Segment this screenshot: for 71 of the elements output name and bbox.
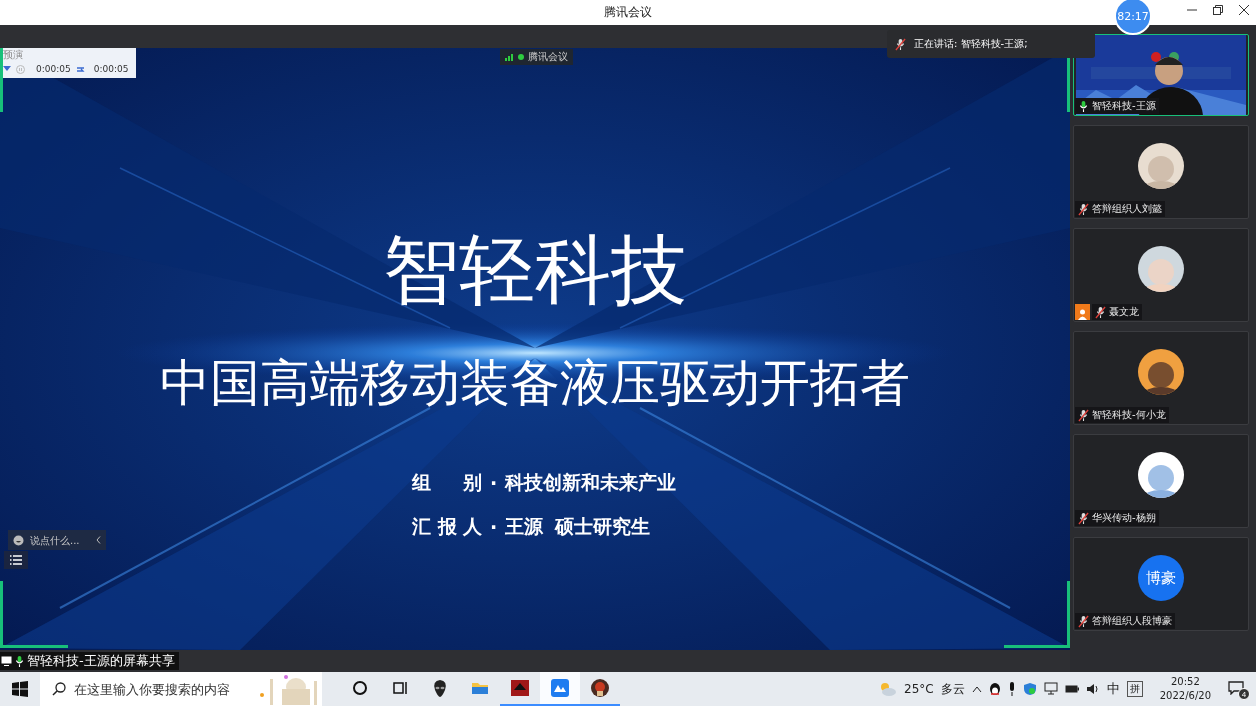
network-icon[interactable]	[1043, 682, 1058, 696]
input-mode-indicator[interactable]: 拼	[1126, 681, 1143, 697]
participant-name: 华兴传动-杨朔	[1075, 510, 1159, 526]
slide-subtitle: 中国高端移动装备液压驱动开拓者	[160, 358, 910, 408]
list-button[interactable]	[4, 551, 28, 569]
redapp-icon	[510, 678, 530, 698]
restore-icon[interactable]	[1212, 4, 1224, 16]
windows-icon	[12, 681, 28, 697]
participant-tile[interactable]: 华兴传动-杨朔	[1073, 434, 1249, 528]
message-icon	[1228, 681, 1244, 695]
chevron-up-icon[interactable]	[971, 685, 982, 693]
participant-name: 聂文龙	[1092, 304, 1142, 320]
total-time: 0:00:05	[93, 64, 129, 74]
field-value: 硕士研究生	[555, 514, 651, 539]
notification-button[interactable]: 4	[1228, 678, 1250, 700]
status-dot-icon	[518, 54, 524, 60]
field-label: 报	[437, 514, 457, 539]
search-icon	[52, 682, 66, 696]
widget-title: 预演	[3, 48, 23, 62]
frame-corner	[0, 48, 3, 112]
shield-icon[interactable]	[1022, 682, 1037, 696]
temperature: 25°C	[904, 682, 934, 696]
window-title: 腾讯会议	[604, 4, 652, 21]
game-icon	[590, 678, 610, 698]
share-label-text: 智轻科技-王源的屏幕共享	[27, 652, 175, 670]
collapse-icon[interactable]	[96, 536, 101, 544]
mic-icon[interactable]	[1007, 682, 1016, 696]
speaking-text: 正在讲话: 智轻科技-王源;	[914, 37, 1028, 51]
participant-tile[interactable]: 博豪 答辩组织人段博豪	[1073, 537, 1249, 631]
slide-title: 智轻科技	[383, 232, 687, 308]
field-value: 王源	[505, 514, 544, 539]
participant-name: 智轻科技-王源	[1075, 98, 1159, 114]
penguin-icon[interactable]	[988, 682, 1001, 696]
dropdown-icon[interactable]	[3, 66, 11, 72]
clock[interactable]: 20:52 2022/6/20	[1159, 675, 1211, 703]
participant-name: 答辩组织人段博豪	[1075, 613, 1175, 629]
participant-name: 答辩组织人刘懿	[1075, 201, 1165, 217]
meeting-icon	[550, 678, 570, 698]
list-icon	[10, 555, 22, 565]
participant-tile[interactable]: 聂文龙	[1073, 228, 1249, 322]
participant-tile[interactable]: 智轻科技-何小龙	[1073, 331, 1249, 425]
chat-input[interactable]: 说点什么...	[30, 534, 90, 546]
field-label: 组	[412, 470, 431, 495]
field-value: 科技创新和未来产业	[505, 470, 677, 495]
avatar-initials: 博豪	[1138, 555, 1184, 601]
volume-icon[interactable]	[1085, 683, 1100, 695]
screen-share-icon	[1, 656, 12, 666]
elapsed-time: 0:00:05	[36, 64, 71, 74]
search-field[interactable]: 在这里输入你要搜索的内容	[40, 672, 322, 706]
signal-icon	[505, 53, 514, 61]
separator-dot: ·	[490, 516, 498, 538]
field-label: 人	[463, 514, 482, 539]
input-method-indicator[interactable]: 中	[1106, 680, 1120, 698]
search-input-field[interactable]: 在这里输入你要搜索的内容	[74, 681, 244, 697]
notification-count: 4	[1238, 688, 1250, 700]
close-icon[interactable]	[1238, 4, 1250, 16]
clock-time: 20:52	[1170, 675, 1200, 689]
cortana-icon	[350, 678, 370, 698]
battery-icon[interactable]	[1064, 684, 1079, 694]
field-label: 汇	[412, 514, 431, 539]
participant-tile[interactable]: 答辩组织人刘懿	[1073, 125, 1249, 219]
clock-date: 2022/6/20	[1159, 689, 1211, 703]
chat-input-field[interactable]: 说点什么...	[8, 530, 106, 550]
repeat-icon[interactable]	[75, 65, 85, 73]
weather-condition: 多云	[940, 680, 965, 698]
emoji-icon[interactable]	[13, 534, 24, 546]
field-label: 别	[463, 470, 482, 495]
participant-name: 智轻科技-何小龙	[1075, 407, 1169, 423]
separator-dot: ·	[490, 472, 498, 494]
participant-tile[interactable]: 智轻科技-王源	[1073, 34, 1249, 116]
meeting-badge-label: 腾讯会议	[528, 50, 568, 64]
